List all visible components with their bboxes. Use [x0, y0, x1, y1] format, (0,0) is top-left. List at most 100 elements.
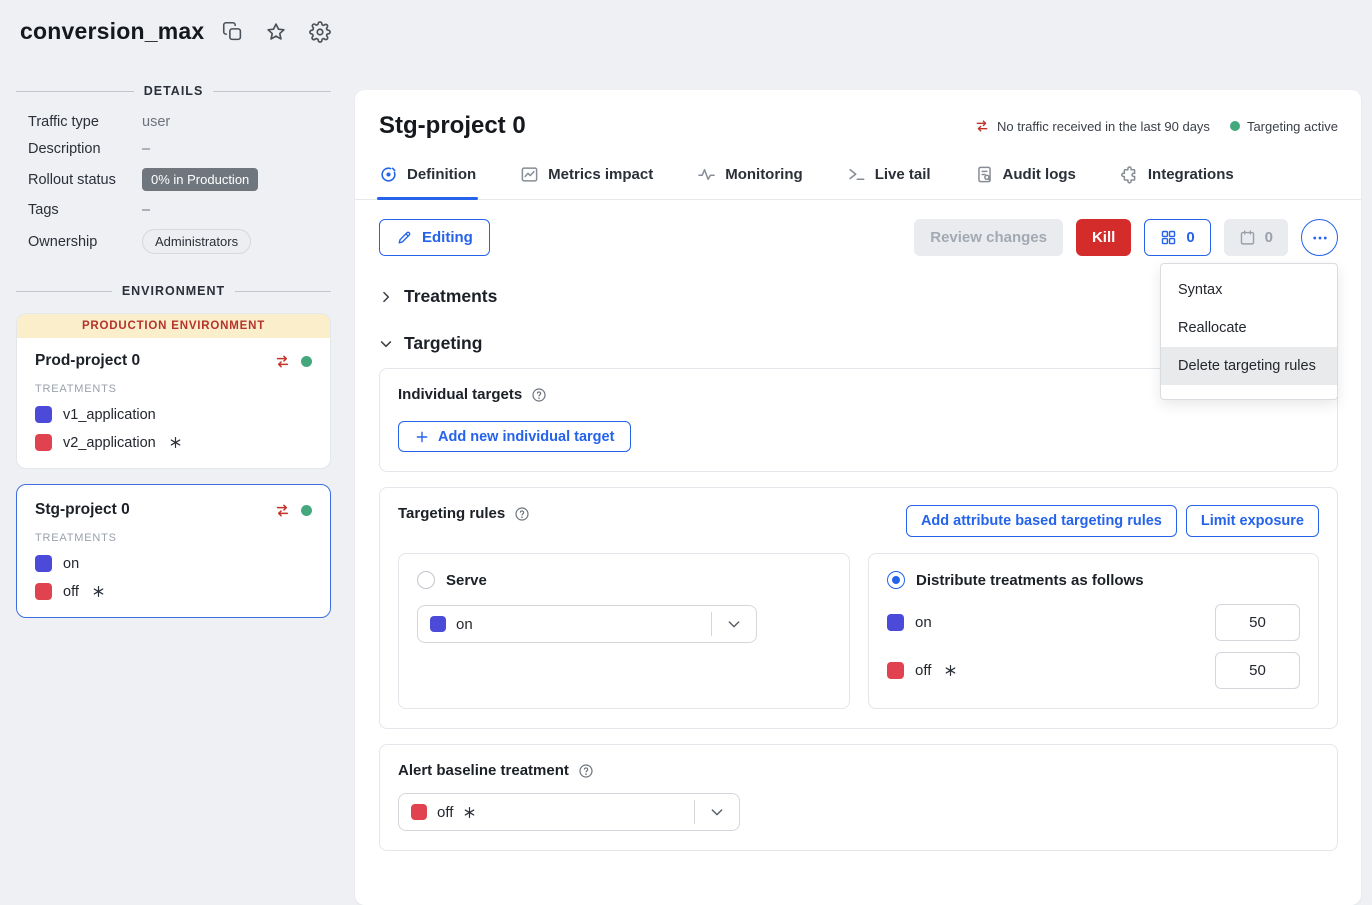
treatments-label: TREATMENTS: [35, 383, 312, 395]
menu-item-reallocate[interactable]: Reallocate: [1161, 309, 1337, 347]
detail-label: Traffic type: [28, 114, 142, 130]
swap-arrows-icon: [974, 118, 990, 134]
distribute-radio-row[interactable]: Distribute treatments as follows: [887, 571, 1300, 589]
ownership-pill[interactable]: Administrators: [142, 229, 251, 254]
tab-bar: Definition Metrics impact Monitoring Liv…: [355, 165, 1361, 200]
treatment-name: on: [63, 556, 79, 572]
add-individual-target-button[interactable]: Add new individual target: [398, 421, 631, 452]
grid-icon: [1160, 229, 1177, 246]
ellipsis-icon: [1311, 229, 1329, 247]
more-actions-menu: Syntax Reallocate Delete targeting rules: [1160, 263, 1338, 400]
distribute-option-card: Distribute treatments as follows on: [868, 553, 1319, 709]
targeting-rules-panel: Targeting rules Add attribute based targ…: [379, 487, 1338, 729]
targeting-rules-title: Targeting rules: [398, 505, 505, 522]
tab-integrations[interactable]: Integrations: [1120, 165, 1234, 199]
details-heading: DETAILS: [16, 84, 331, 98]
distribute-radio[interactable]: [887, 571, 905, 589]
review-changes-button[interactable]: Review changes: [914, 219, 1063, 256]
targeting-status: Targeting active: [1230, 119, 1338, 134]
alert-baseline-select[interactable]: off: [398, 793, 740, 831]
rules-count-button[interactable]: 0: [1144, 219, 1210, 256]
details-list: Traffic type user Description – Rollout …: [16, 114, 331, 254]
help-icon[interactable]: [531, 387, 547, 403]
menu-item-delete-targeting-rules[interactable]: Delete targeting rules: [1161, 347, 1337, 385]
detail-label: Ownership: [28, 234, 142, 250]
serve-option-card: Serve on: [398, 553, 850, 709]
treatment-color-chip: [35, 434, 52, 451]
app-header: conversion_max: [20, 18, 331, 45]
sidebar: DETAILS Traffic type user Description – …: [16, 84, 331, 618]
detail-label: Tags: [28, 202, 142, 218]
default-asterisk-icon: [169, 436, 182, 449]
treatment-item: v1_application: [35, 406, 312, 423]
plus-icon: [415, 430, 429, 444]
alert-baseline-panel: Alert baseline treatment off: [379, 744, 1338, 851]
status-dot: [301, 356, 312, 367]
tab-audit-logs[interactable]: Audit logs: [975, 165, 1076, 199]
pencil-icon: [396, 229, 413, 246]
feature-flag-name: conversion_max: [20, 18, 204, 45]
tab-metrics-impact[interactable]: Metrics impact: [520, 165, 653, 199]
help-icon[interactable]: [514, 506, 530, 522]
serve-treatment-select[interactable]: on: [417, 605, 757, 643]
calendar-icon: [1239, 229, 1256, 246]
treatment-name: off: [915, 662, 931, 679]
treatment-name: off: [63, 584, 79, 600]
rollout-status-badge: 0% in Production: [142, 168, 258, 191]
chevron-down-icon: [379, 337, 393, 351]
detail-value: –: [142, 141, 331, 157]
environment-card-stg[interactable]: Stg-project 0 TREATMENTS on off: [16, 484, 331, 618]
distribution-percentage-input[interactable]: [1215, 604, 1300, 641]
treatment-item: off: [35, 583, 312, 600]
environment-card-prod[interactable]: PRODUCTION ENVIRONMENT Prod-project 0 TR…: [16, 313, 331, 469]
puzzle-icon: [1120, 165, 1139, 184]
targeting-status-text: Targeting active: [1247, 119, 1338, 134]
traffic-status: No traffic received in the last 90 days: [974, 118, 1210, 134]
default-asterisk-icon: [92, 585, 105, 598]
star-icon[interactable]: [265, 21, 287, 43]
schedule-count-button[interactable]: 0: [1224, 219, 1288, 256]
detail-value: user: [142, 114, 331, 130]
environment-detail-panel: Stg-project 0 No traffic received in the…: [355, 90, 1361, 905]
tab-live-tail[interactable]: Live tail: [847, 165, 931, 199]
treatment-color-chip: [887, 614, 904, 631]
serve-radio-row[interactable]: Serve: [417, 571, 831, 589]
default-asterisk-icon: [463, 806, 476, 819]
chevron-down-icon: [712, 616, 756, 632]
selected-treatment-label: on: [456, 616, 711, 633]
production-environment-banner: PRODUCTION ENVIRONMENT: [17, 314, 330, 338]
add-attribute-rules-button[interactable]: Add attribute based targeting rules: [906, 505, 1177, 537]
status-dot: [301, 505, 312, 516]
editing-button[interactable]: Editing: [379, 219, 490, 256]
help-icon[interactable]: [578, 763, 594, 779]
selected-treatment-label: off: [437, 804, 453, 821]
detail-value: –: [142, 202, 331, 218]
treatment-color-chip: [411, 804, 427, 820]
limit-exposure-button[interactable]: Limit exposure: [1186, 505, 1319, 537]
distribution-row: on: [887, 604, 1300, 641]
chevron-right-icon: [379, 290, 393, 304]
environment-name: Prod-project 0: [35, 352, 264, 370]
distribution-row: off: [887, 652, 1300, 689]
detail-label: Description: [28, 141, 142, 157]
chevron-down-icon: [695, 804, 739, 820]
tab-definition[interactable]: Definition: [379, 165, 476, 199]
swap-arrows-icon: [274, 502, 291, 519]
target-icon: [379, 165, 398, 184]
distribution-percentage-input[interactable]: [1215, 652, 1300, 689]
treatment-item: on: [35, 555, 312, 572]
metrics-icon: [520, 165, 539, 184]
serve-radio[interactable]: [417, 571, 435, 589]
menu-item-syntax[interactable]: Syntax: [1161, 271, 1337, 309]
terminal-icon: [847, 165, 866, 184]
audit-log-icon: [975, 165, 994, 184]
environment-title: Stg-project 0: [379, 112, 526, 140]
copy-icon[interactable]: [222, 21, 243, 42]
tab-monitoring[interactable]: Monitoring: [697, 165, 802, 199]
more-actions-button[interactable]: [1301, 219, 1338, 256]
traffic-status-text: No traffic received in the last 90 days: [997, 119, 1210, 134]
detail-label: Rollout status: [28, 172, 142, 188]
treatment-name: on: [915, 614, 932, 631]
gear-icon[interactable]: [309, 21, 331, 43]
kill-button[interactable]: Kill: [1076, 219, 1131, 256]
